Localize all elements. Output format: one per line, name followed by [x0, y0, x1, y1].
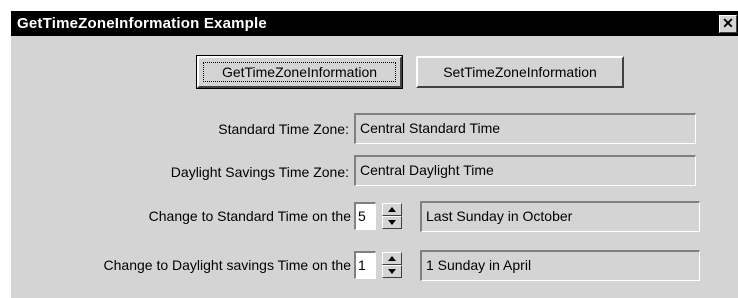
get-timezone-button[interactable]: GetTimeZoneInformation [196, 55, 403, 89]
standard-change-field: Last Sunday in October [420, 201, 700, 232]
standard-week-down-button[interactable] [382, 216, 402, 229]
arrow-up-icon [388, 256, 396, 261]
window-title: GetTimeZoneInformation Example [17, 15, 267, 32]
standard-zone-field: Central Standard Time [354, 113, 696, 144]
daylight-week-input[interactable]: 1 [354, 251, 376, 279]
set-timezone-button[interactable]: SetTimeZoneInformation [416, 56, 624, 88]
dialog-window: GetTimeZoneInformation Example ✕ GetTime… [10, 10, 738, 298]
arrow-down-icon [388, 269, 396, 274]
standard-week-spinner [382, 203, 402, 229]
daylight-zone-field: Central Daylight Time [354, 155, 696, 186]
standard-week-up-button[interactable] [382, 203, 402, 216]
daylight-week-down-button[interactable] [382, 265, 402, 278]
standard-week-input[interactable]: 5 [354, 202, 376, 230]
arrow-up-icon [388, 207, 396, 212]
close-icon: ✕ [722, 15, 734, 31]
daylight-change-field: 1 Sunday in April [420, 250, 700, 281]
daylight-zone-label: Daylight Savings Time Zone: [170, 164, 349, 180]
daylight-week-up-button[interactable] [382, 252, 402, 265]
change-daylight-label: Change to Daylight savings Time on the [103, 257, 351, 273]
standard-zone-label: Standard Time Zone: [218, 121, 349, 137]
daylight-week-spinner [382, 252, 402, 278]
get-timezone-button-label: GetTimeZoneInformation [221, 64, 378, 80]
change-standard-label: Change to Standard Time on the [148, 208, 351, 224]
title-bar[interactable]: GetTimeZoneInformation Example ✕ [11, 11, 738, 36]
set-timezone-button-label: SetTimeZoneInformation [443, 64, 597, 80]
close-button[interactable]: ✕ [719, 15, 737, 33]
arrow-down-icon [388, 220, 396, 225]
